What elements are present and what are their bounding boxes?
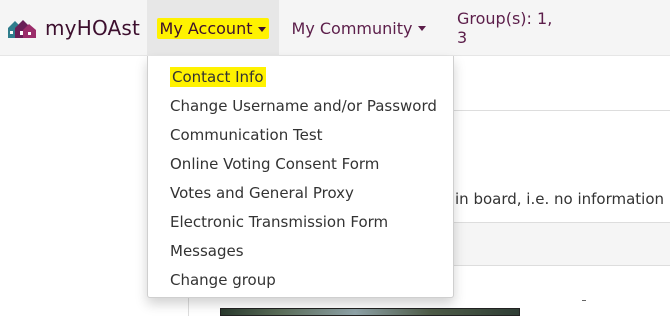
menu-item-messages[interactable]: Messages (170, 238, 244, 264)
menu-item-change-username-password[interactable]: Change Username and/or Password (170, 93, 437, 119)
caret-down-icon (258, 26, 267, 32)
my-community-menu-toggle[interactable]: My Community (285, 0, 433, 56)
my-account-dropdown: Contact Info Change Username and/or Pass… (147, 56, 454, 298)
menu-item-change-group[interactable]: Change group (170, 267, 276, 293)
menu-item-contact-info[interactable]: Contact Info (170, 64, 266, 90)
decorative-dash (582, 300, 586, 301)
brand-link[interactable]: myHOAst (6, 0, 140, 56)
menu-item-online-voting-consent[interactable]: Online Voting Consent Form (170, 151, 379, 177)
groups-label: Group(s): 1, 3 (457, 9, 553, 47)
menu-item-label: Online Voting Consent Form (170, 155, 380, 173)
community-photo (220, 308, 520, 316)
menu-item-label: Electronic Transmission Form (170, 213, 389, 231)
menu-item-votes-general-proxy[interactable]: Votes and General Proxy (170, 180, 354, 206)
houses-logo-icon (8, 20, 36, 38)
menu-item-label: Change group (170, 271, 276, 289)
my-account-menu-toggle[interactable]: My Account (147, 0, 279, 56)
brand-name: myHOAst (45, 16, 141, 40)
menu-item-label: Votes and General Proxy (170, 184, 354, 202)
menu-item-communication-test[interactable]: Communication Test (170, 122, 323, 148)
partial-body-text: in board, i.e. no information is (455, 190, 670, 208)
groups-indicator[interactable]: Group(s): 1, 3 (447, 0, 567, 56)
menu-item-label: Contact Info (170, 67, 266, 87)
menu-item-label: Communication Test (170, 126, 323, 144)
my-account-label-highlighted: My Account (156, 17, 270, 39)
menu-item-label: Messages (170, 242, 244, 260)
caret-down-icon (418, 25, 427, 31)
menu-item-label: Change Username and/or Password (170, 97, 437, 115)
menu-item-electronic-transmission[interactable]: Electronic Transmission Form (170, 209, 388, 235)
top-navbar: myHOAst My Account My Community Group(s)… (0, 0, 670, 56)
my-community-label: My Community (291, 18, 413, 38)
my-account-label: My Account (159, 18, 253, 38)
